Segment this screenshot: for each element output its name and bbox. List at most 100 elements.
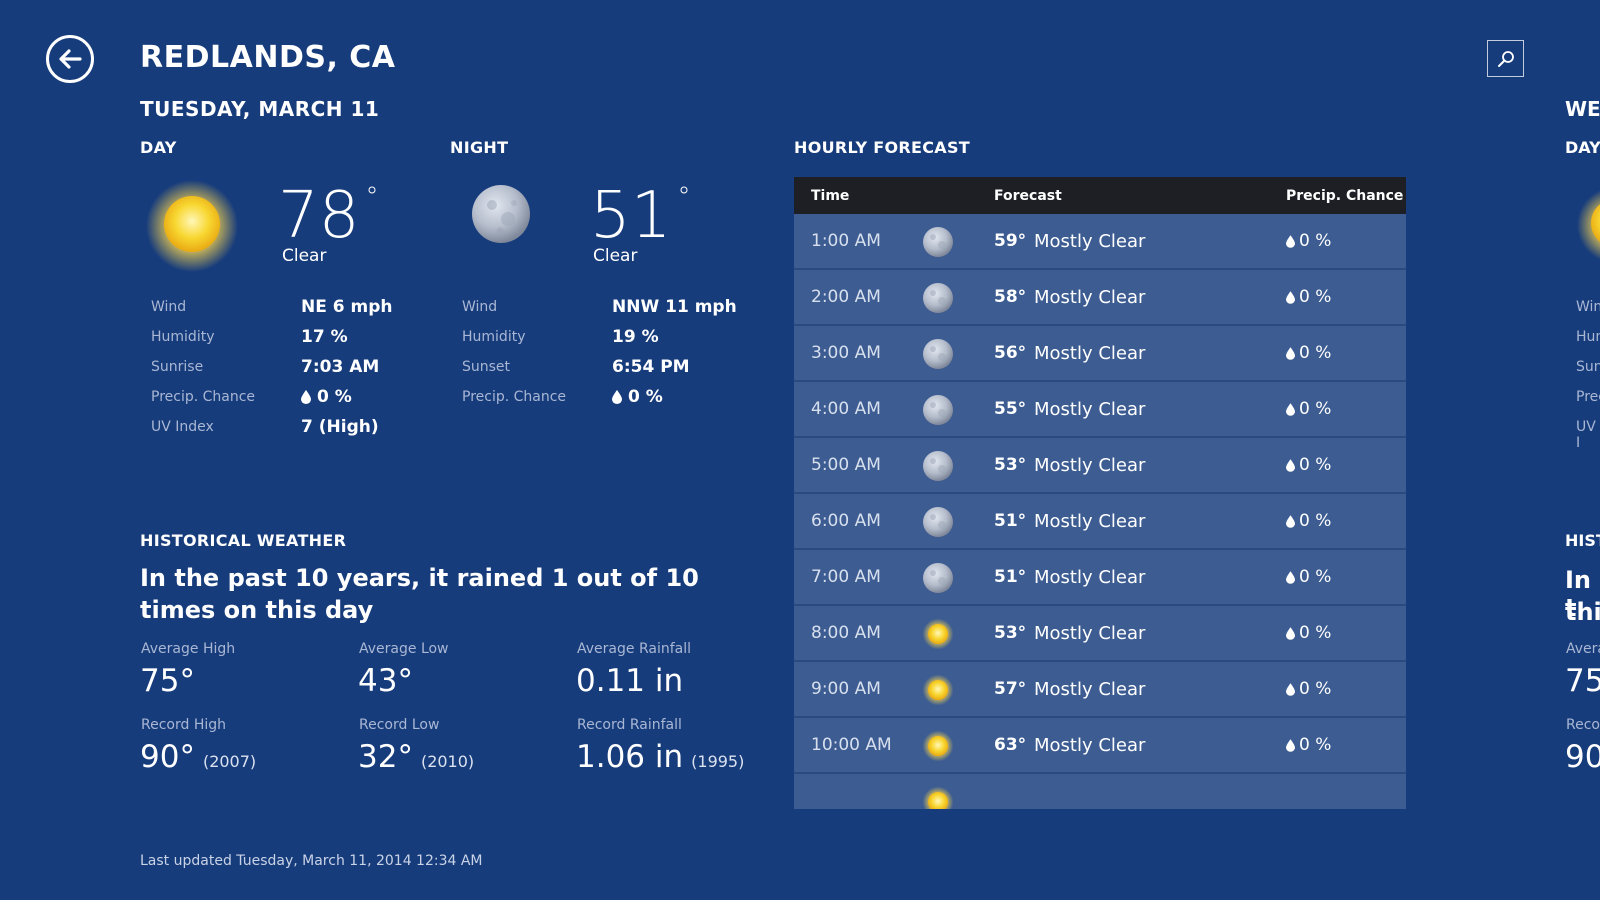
hourly-row[interactable]: 5:00 AM 53° Mostly Clear 0 % [794,438,1406,494]
record-rainfall-value: 1.06 in [576,739,684,775]
record-high: 90° (2007) [140,739,256,775]
hourly-row-partial[interactable] [794,774,1406,809]
night-temperature: 51 ° [590,179,691,253]
night-humidity-value: 19 % [612,327,659,347]
next-day-avg-label: Avera [1566,641,1600,657]
night-sunset-value: 6:54 PM [612,357,690,377]
day-precip-value: 0 % [301,387,352,407]
hourly-row[interactable]: 8:00 AM 53° Mostly Clear 0 % [794,606,1406,662]
col-time: Time [811,187,850,204]
hourly-forecast-label: HOURLY FORECAST [794,138,971,157]
hourly-temp: 57° [994,679,1027,699]
hourly-row[interactable]: 1:00 AM 59° Mostly Clear 0 % [794,214,1406,270]
hourly-time: 1:00 AM [811,231,881,251]
sun-icon [922,786,954,809]
sun-icon [1577,190,1600,260]
drop-icon [1286,738,1295,752]
hourly-condition: Mostly Clear [1034,622,1146,644]
avg-rainfall-value: 0.11 in [576,663,684,699]
hourly-row[interactable]: 9:00 AM 57° Mostly Clear 0 % [794,662,1406,718]
hourly-time: 5:00 AM [811,455,881,475]
next-day-label: DAY [1565,138,1600,157]
hourly-temp: 53° [994,455,1027,475]
drop-icon [1286,346,1295,360]
arrow-left-icon [59,49,82,69]
next-day-historical-label: HIST [1565,531,1600,550]
hourly-condition: Mostly Clear [1034,286,1146,308]
day-wind-label: Wind [151,299,187,315]
record-high-year: (2007) [202,752,257,771]
night-sunset-label: Sunset [462,359,511,375]
hourly-temp: 56° [994,343,1027,363]
drop-icon [1286,458,1295,472]
hourly-condition: Mostly Clear [1034,510,1146,532]
night-precip-label: Precip. Chance [462,389,567,405]
record-rainfall: 1.06 in (1995) [576,739,744,775]
hourly-forecast-table[interactable]: Time Forecast Precip. Chance 1:00 AM 59° M… [794,177,1406,809]
day-precip-label: Precip. Chance [151,389,256,405]
last-updated: Last updated Tuesday, March 11, 2014 12:… [140,853,483,869]
sun-icon [146,180,238,272]
day-temperature: 78 ° [278,179,379,253]
sun-icon [922,730,954,762]
search-button[interactable] [1487,40,1524,77]
day-wind-value: NE 6 mph [301,297,393,317]
hourly-time: 3:00 AM [811,343,881,363]
day-humidity-label: Humidity [151,329,215,345]
day-uv-value: 7 (High) [301,417,379,437]
hourly-row[interactable]: 2:00 AM 58° Mostly Clear 0 % [794,270,1406,326]
moon-icon [923,339,953,369]
hourly-precip: 0 % [1286,399,1331,419]
back-button[interactable] [46,35,94,83]
hourly-row[interactable]: 7:00 AM 51° Mostly Clear 0 % [794,550,1406,606]
hourly-precip: 0 % [1286,623,1331,643]
hourly-row[interactable]: 4:00 AM 55° Mostly Clear 0 % [794,382,1406,438]
hourly-precip: 0 % [1286,679,1331,699]
night-condition: Clear [593,246,638,266]
day-label: DAY [140,138,177,157]
sun-icon [922,618,954,650]
day-uv-label: UV Index [151,419,214,435]
next-day-hist-line2: this [1565,598,1600,626]
hourly-temp: 63° [994,735,1027,755]
moon-icon [923,507,953,537]
drop-icon [1286,570,1295,584]
hourly-temp: 51° [994,511,1027,531]
moon-icon [923,395,953,425]
hourly-precip: 0 % [1286,287,1331,307]
hourly-rows: 1:00 AM 59° Mostly Clear 0 % 2:00 AM 58° Mostl… [794,214,1406,809]
record-rainfall-year: (1995) [691,752,745,771]
hourly-condition: Mostly Clear [1034,678,1146,700]
record-high-label: Record High [141,717,226,733]
night-humidity-label: Humidity [462,329,526,345]
hourly-row[interactable]: 3:00 AM 56° Mostly Clear 0 % [794,326,1406,382]
drop-icon [301,390,311,404]
drop-icon [1286,234,1295,248]
next-day-uv-label: UV I [1576,419,1596,451]
hourly-temp: 59° [994,231,1027,251]
drop-icon [612,390,622,404]
hourly-row[interactable]: 10:00 AM 63° Mostly Clear 0 % [794,718,1406,774]
hourly-precip: 0 % [1286,455,1331,475]
hourly-row[interactable]: 6:00 AM 51° Mostly Clear 0 % [794,494,1406,550]
next-day-record-label: Recor [1566,717,1600,733]
date-heading: TUESDAY, MARCH 11 [140,97,380,121]
drop-icon [1286,402,1295,416]
hourly-time: 10:00 AM [811,735,892,755]
col-forecast: Forecast [994,187,1062,204]
historical-headline: In the past 10 years, it rained 1 out of… [140,564,699,624]
hourly-precip: 0 % [1286,231,1331,251]
avg-high-label: Average High [141,641,236,657]
record-high-value: 90° [140,739,195,775]
city-title: REDLANDS, CA [140,40,396,75]
hourly-temp: 58° [994,287,1027,307]
drop-icon [1286,514,1295,528]
drop-icon [1286,290,1295,304]
day-sunrise-label: Sunrise [151,359,204,375]
hourly-condition: Mostly Clear [1034,342,1146,364]
hourly-precip: 0 % [1286,343,1331,363]
record-low: 32° (2010) [358,739,474,775]
record-low-label: Record Low [359,717,440,733]
next-day-wind-label: Win [1576,299,1600,315]
night-label: NIGHT [450,138,509,157]
